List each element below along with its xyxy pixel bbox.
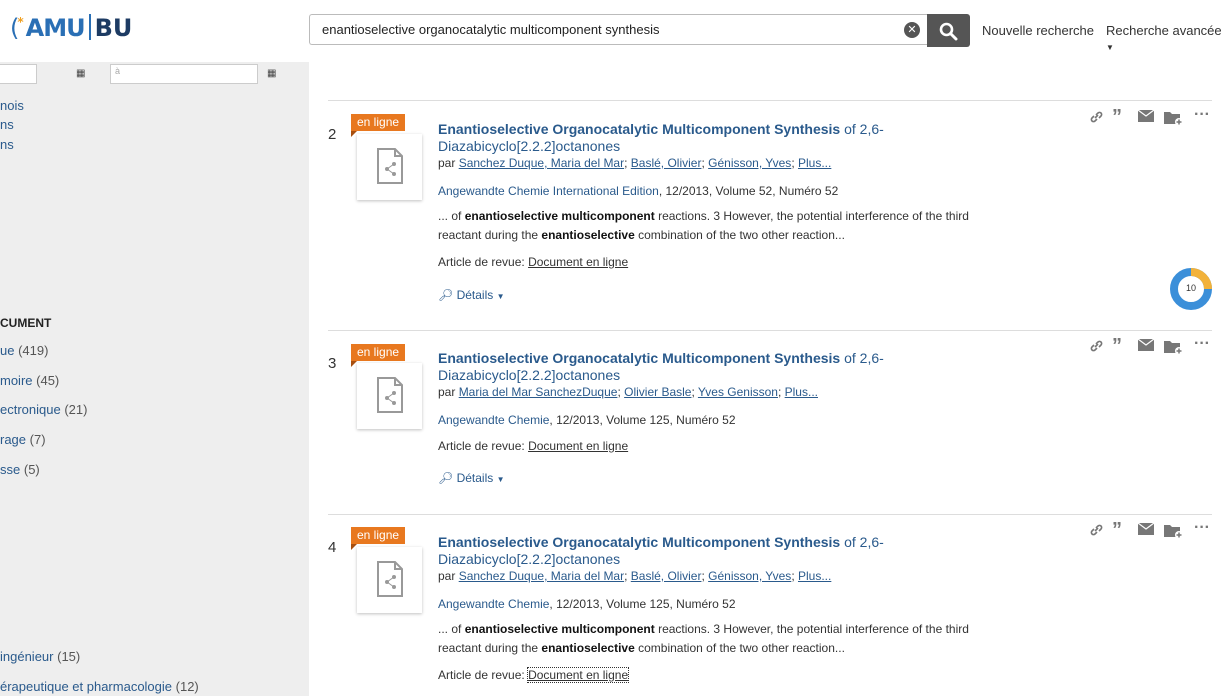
permalink-icon[interactable] <box>1089 339 1104 356</box>
facet-doc-type[interactable]: ue (419) <box>0 343 48 358</box>
date-to-input[interactable]: à <box>110 64 258 84</box>
facet-doc-type[interactable]: ectronique (21) <box>0 402 87 417</box>
search-input[interactable]: enantioselective organocatalytic multico… <box>309 14 927 45</box>
result-actions: ” ··· <box>1089 107 1214 129</box>
result-actions: ” ··· <box>1089 520 1214 542</box>
document-icon <box>377 561 403 597</box>
add-folder-icon[interactable] <box>1164 523 1184 542</box>
result-divider <box>328 514 1212 515</box>
email-icon[interactable] <box>1137 338 1155 354</box>
online-badge: en ligne <box>351 344 406 367</box>
result-divider <box>328 330 1212 331</box>
author-link[interactable]: Baslé, Olivier <box>631 156 702 170</box>
document-icon <box>377 377 403 413</box>
facet-link[interactable]: nois <box>0 98 24 113</box>
result-title[interactable]: Enantioselective Organocatalytic Multico… <box>438 350 898 384</box>
online-badge: en ligne <box>351 114 406 137</box>
facet-doc-type[interactable]: rage (7) <box>0 432 46 447</box>
new-search-link[interactable]: Nouvelle recherche <box>982 23 1094 38</box>
facet-link[interactable]: ns <box>0 117 14 132</box>
document-thumbnail[interactable] <box>357 134 422 200</box>
online-document-link[interactable]: Document en ligne <box>527 667 630 683</box>
more-options-icon[interactable]: ··· <box>1194 107 1210 123</box>
result-snippet: ... of enantioselective multicomponent r… <box>438 622 969 655</box>
journal-link[interactable]: Angewandte Chemie <box>438 597 549 611</box>
cite-icon[interactable]: ” <box>1112 336 1122 356</box>
author-link[interactable]: Génisson, Yves <box>708 569 791 583</box>
altmetric-badge[interactable]: 10 <box>1170 268 1212 310</box>
more-authors-link[interactable]: Plus... <box>785 385 818 399</box>
magnifier-icon: 🔎︎ <box>438 288 454 302</box>
search-icon <box>939 22 958 41</box>
facet-doc-type[interactable]: moire (45) <box>0 373 59 388</box>
permalink-icon[interactable] <box>1089 110 1104 127</box>
add-folder-icon[interactable] <box>1164 110 1184 129</box>
result-doctype: Article de revue: Document en ligne <box>438 667 630 683</box>
author-link[interactable]: Sanchez Duque, Maria del Mar <box>459 156 624 170</box>
document-icon <box>377 148 403 184</box>
journal-link[interactable]: Angewandte Chemie International Edition <box>438 184 659 198</box>
date-from-input[interactable] <box>0 64 37 84</box>
result-number: 2 <box>328 126 337 143</box>
author-link[interactable]: Olivier Basle <box>624 385 691 399</box>
author-link[interactable]: Maria del Mar SanchezDuque <box>459 385 618 399</box>
journal-link[interactable]: Angewandte Chemie <box>438 413 549 427</box>
result-title[interactable]: Enantioselective Organocatalytic Multico… <box>438 534 898 568</box>
result-number: 3 <box>328 355 337 372</box>
details-toggle[interactable]: 🔎︎ Détails ▼ <box>438 471 505 485</box>
online-document-link[interactable]: Document en ligne <box>528 255 628 269</box>
facet-doc-type[interactable]: sse (5) <box>0 462 40 477</box>
author-link[interactable]: Baslé, Olivier <box>631 569 702 583</box>
facet-sidebar: ▦ à ▦ nois ns ns CUMENT ue (419) moire (… <box>0 62 309 696</box>
result-doctype: Article de revue: Document en ligne <box>438 255 629 269</box>
result-authors: par Sanchez Duque, Maria del Mar; Baslé,… <box>438 156 832 170</box>
more-authors-link[interactable]: Plus... <box>798 156 831 170</box>
advanced-search-link[interactable]: Recherche avancée ▼ <box>1106 23 1228 53</box>
more-authors-link[interactable]: Plus... <box>798 569 831 583</box>
result-authors: par Sanchez Duque, Maria del Mar; Baslé,… <box>438 569 832 583</box>
cite-icon[interactable]: ” <box>1112 107 1122 127</box>
result-authors: par Maria del Mar SanchezDuque; Olivier … <box>438 385 818 399</box>
clear-search-icon[interactable]: ✕ <box>904 22 920 38</box>
facet-discipline[interactable]: ingénieur (15) <box>0 649 80 664</box>
more-options-icon[interactable]: ··· <box>1194 520 1210 536</box>
author-link[interactable]: Sanchez Duque, Maria del Mar <box>459 569 624 583</box>
email-icon[interactable] <box>1137 522 1155 538</box>
magnifier-icon: 🔎︎ <box>438 471 454 485</box>
author-link[interactable]: Yves Genisson <box>698 385 778 399</box>
permalink-icon[interactable] <box>1089 523 1104 540</box>
cite-icon[interactable]: ” <box>1112 520 1122 540</box>
result-source: Angewandte Chemie, 12/2013, Volume 125, … <box>438 413 736 427</box>
result-doctype: Article de revue: Document en ligne <box>438 439 629 453</box>
header: (*AMU BU enantioselective organocatalytic… <box>0 0 1228 62</box>
facet-discipline[interactable]: érapeutique et pharmacologie (12) <box>0 679 199 694</box>
search-button[interactable] <box>927 14 970 47</box>
details-toggle[interactable]: 🔎︎ Détails ▼ <box>438 288 505 302</box>
document-thumbnail[interactable] <box>357 363 422 429</box>
result-source: Angewandte Chemie, 12/2013, Volume 125, … <box>438 597 736 611</box>
amu-bu-logo[interactable]: (*AMU BU <box>10 14 132 42</box>
result-number: 4 <box>328 539 337 556</box>
document-thumbnail[interactable] <box>357 547 422 613</box>
facet-link[interactable]: ns <box>0 137 14 152</box>
email-icon[interactable] <box>1137 109 1155 125</box>
result-actions: ” ··· <box>1089 336 1214 358</box>
online-document-link[interactable]: Document en ligne <box>528 439 628 453</box>
result-divider <box>328 100 1212 101</box>
calendar-icon[interactable]: ▦ <box>76 68 88 79</box>
add-folder-icon[interactable] <box>1164 339 1184 358</box>
result-title[interactable]: Enantioselective Organocatalytic Multico… <box>438 121 898 155</box>
online-badge: en ligne <box>351 527 406 550</box>
author-link[interactable]: Génisson, Yves <box>708 156 791 170</box>
calendar-icon[interactable]: ▦ <box>267 68 279 79</box>
facet-section-title: CUMENT <box>0 316 52 330</box>
result-snippet: ... of enantioselective multicomponent r… <box>438 209 969 242</box>
more-options-icon[interactable]: ··· <box>1194 336 1210 352</box>
result-source: Angewandte Chemie International Edition,… <box>438 184 839 198</box>
